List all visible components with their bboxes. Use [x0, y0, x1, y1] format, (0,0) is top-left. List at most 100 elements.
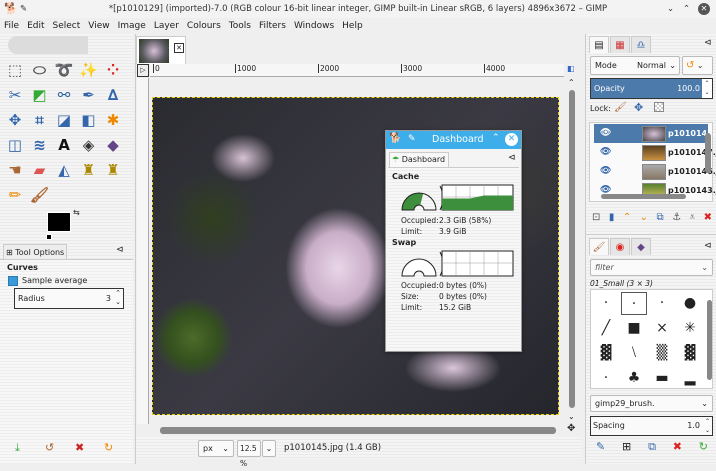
airbrush-tool-icon[interactable]: ◭: [54, 160, 74, 180]
eraser-tool-icon[interactable]: ▰: [30, 160, 50, 180]
delete-options-icon[interactable]: ✖: [75, 441, 84, 454]
tab-layers[interactable]: ▤: [589, 36, 609, 53]
layer-row[interactable]: 👁 p1010147.j: [594, 143, 716, 162]
quick-mask-toggle[interactable]: ◧: [567, 64, 575, 73]
perspective-tool-icon[interactable]: ◧: [79, 110, 99, 130]
layers-scrollbar[interactable]: [705, 133, 711, 173]
brush-grid[interactable]: ···●╱■×✳▓⧵▒▓·♣▬▂▁●●: [590, 289, 713, 389]
menu-tools[interactable]: Tools: [225, 18, 255, 34]
panel-menu-icon[interactable]: ⊲: [704, 241, 712, 251]
horizontal-scrollbar[interactable]: [150, 425, 566, 436]
close-button[interactable]: ✕: [698, 3, 710, 15]
tab-tool-options[interactable]: ⊞ Tool Options: [3, 244, 67, 259]
reset-options-icon[interactable]: ↻: [104, 441, 113, 454]
panel-menu-icon[interactable]: ⊲: [704, 38, 712, 48]
layers-hscrollbar[interactable]: [601, 194, 686, 199]
save-options-icon[interactable]: ⤓: [15, 441, 20, 455]
new-layer-group-icon[interactable]: ⊡: [592, 212, 600, 223]
gradient-tool-icon[interactable]: ◆: [103, 135, 123, 155]
scissors-tool-icon[interactable]: ✂: [5, 85, 25, 105]
zoom-input[interactable]: 12.5 %: [237, 440, 261, 468]
menu-file[interactable]: File: [0, 18, 23, 34]
menu-colours[interactable]: Colours: [183, 18, 225, 34]
brush-item[interactable]: ✳: [677, 317, 703, 340]
edit-brush-icon[interactable]: ✎: [596, 440, 605, 454]
panel-menu-icon[interactable]: ⊲: [116, 245, 124, 255]
menu-help[interactable]: Help: [338, 18, 367, 34]
spin-arrows-icon[interactable]: ⌃ ⌄: [115, 289, 121, 307]
brush-item[interactable]: ♣: [621, 367, 647, 388]
brush-item[interactable]: ●: [677, 292, 703, 315]
lock-position-icon[interactable]: ✥: [634, 101, 643, 114]
pencil-tool-icon[interactable]: ✏: [5, 185, 25, 205]
tab-paths[interactable]: ♎: [631, 36, 651, 53]
rect-select-tool-icon[interactable]: ⬚: [5, 60, 25, 80]
close-button[interactable]: ✕: [505, 133, 518, 146]
opacity-slider[interactable]: Opacity 100.0 ⌃ ⌄: [590, 78, 713, 99]
brush-item[interactable]: ·: [649, 292, 675, 315]
smudge-tool-icon[interactable]: ☚: [5, 160, 25, 180]
menu-edit[interactable]: Edit: [23, 18, 48, 34]
brush-spacing-spinner[interactable]: Spacing 1.0 ⌃ ⌄: [590, 416, 713, 436]
navigate-icon[interactable]: ✥: [567, 423, 575, 434]
maximize-button[interactable]: ⌃: [683, 0, 690, 18]
new-brush-icon[interactable]: ⊞: [622, 440, 631, 454]
panel-menu-icon[interactable]: ⊲: [508, 153, 516, 163]
layer-row[interactable]: 👁 p1010145.j: [594, 124, 716, 143]
tab-patterns[interactable]: ◉: [610, 238, 630, 255]
swap-colors-icon[interactable]: ⇆: [73, 208, 80, 217]
delete-brush-icon[interactable]: ✖: [673, 440, 682, 454]
heal-tool-icon[interactable]: ♜: [79, 160, 99, 180]
text-tool-icon[interactable]: A: [54, 135, 74, 155]
brush-item[interactable]: ▂: [677, 367, 703, 388]
default-colors-icon[interactable]: [46, 234, 52, 240]
crop-tool-icon[interactable]: ⌗: [30, 110, 50, 130]
menu-select[interactable]: Select: [49, 18, 85, 34]
brush-item[interactable]: ▒: [649, 342, 675, 365]
lock-alpha-icon[interactable]: [654, 102, 664, 112]
by-color-select-tool-icon[interactable]: ⁘: [103, 60, 123, 80]
tab-brushes[interactable]: 🖌: [589, 238, 609, 255]
unified-transform-tool-icon[interactable]: ◪: [54, 110, 74, 130]
brush-item[interactable]: ·: [593, 367, 619, 388]
lower-layer-icon[interactable]: ⌄: [640, 212, 648, 223]
free-select-tool-icon[interactable]: ➰: [54, 60, 74, 80]
merge-layer-icon[interactable]: ⩡: [690, 212, 696, 223]
brush-item[interactable]: ╱: [593, 317, 619, 340]
clone-tool-icon[interactable]: ♜: [103, 160, 123, 180]
foreground-select-tool-icon[interactable]: ◩: [30, 85, 50, 105]
refresh-brushes-icon[interactable]: ↻: [699, 440, 708, 454]
lock-pixels-icon[interactable]: 🖌: [614, 102, 627, 113]
warp-transform-tool-icon[interactable]: ≋: [30, 135, 50, 155]
menu-image[interactable]: Image: [114, 18, 150, 34]
restore-options-icon[interactable]: ↺: [45, 441, 54, 454]
foreground-color[interactable]: [47, 212, 71, 232]
new-layer-icon[interactable]: ▮: [609, 212, 615, 223]
ellipse-select-tool-icon[interactable]: ⬭: [30, 60, 50, 80]
brush-scrollbar[interactable]: [707, 300, 712, 380]
brush-item[interactable]: ▓: [677, 342, 703, 365]
visibility-eye-icon[interactable]: 👁: [600, 143, 611, 162]
delete-layer-icon[interactable]: ✖: [704, 212, 712, 223]
duplicate-layer-icon[interactable]: ⧉: [657, 212, 664, 223]
close-tab-icon[interactable]: ✕: [174, 43, 184, 53]
layer-row[interactable]: 👁 p1010146.j: [594, 162, 716, 181]
visibility-eye-icon[interactable]: 👁: [600, 162, 611, 181]
vertical-scrollbar[interactable]: ⌃ ⌄: [566, 78, 578, 424]
duplicate-brush-icon[interactable]: ⧉: [648, 440, 656, 454]
tab-dashboard[interactable]: ☂ Dashboard: [389, 152, 449, 167]
brush-item[interactable]: ·: [593, 292, 619, 315]
maximize-button[interactable]: ⌃: [492, 133, 500, 143]
flip-tool-icon[interactable]: ◫: [5, 135, 25, 155]
anchor-layer-icon[interactable]: ⚓: [672, 212, 681, 223]
brush-item[interactable]: ▬: [649, 367, 675, 388]
fuzzy-select-tool-icon[interactable]: ✨: [79, 60, 99, 80]
brush-item[interactable]: ⧵: [621, 342, 647, 365]
sample-average-checkbox[interactable]: [8, 276, 18, 286]
menu-windows[interactable]: Windows: [290, 18, 338, 34]
raise-layer-icon[interactable]: ⌃: [623, 212, 631, 223]
brush-item[interactable]: ▓: [593, 342, 619, 365]
tab-channels[interactable]: ▦: [610, 36, 630, 53]
menu-layer[interactable]: Layer: [150, 18, 183, 34]
zoom-dropdown[interactable]: ⌄: [262, 440, 276, 457]
